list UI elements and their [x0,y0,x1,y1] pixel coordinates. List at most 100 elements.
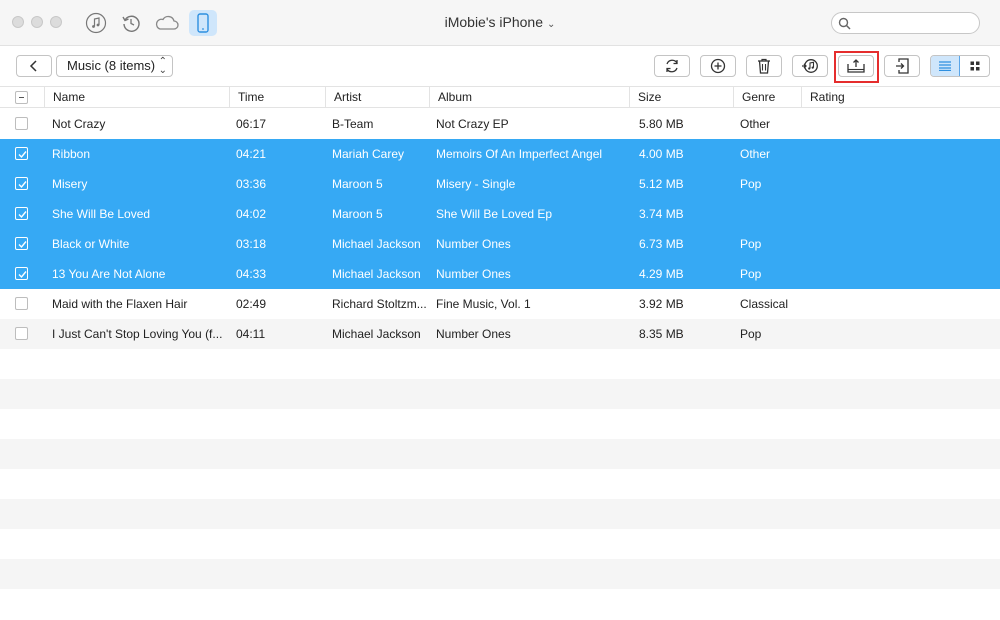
table-row[interactable]: Ribbon 04:21 Mariah Carey Memoirs Of An Imp… [0,139,1000,169]
table-row[interactable]: 13 You Are Not Alone 04:33 Michael Jackson… [0,259,1000,289]
row-checkbox[interactable] [15,327,28,340]
row-checkbox[interactable] [15,237,28,250]
cell-genre: Classical [740,297,789,311]
cell-artist: Maroon 5 [332,177,383,191]
cell-size: 5.80 MB [639,117,684,131]
cell-genre: Pop [740,237,762,251]
cell-artist: B-Team [332,117,374,131]
row-checkbox[interactable] [15,177,28,190]
category-select-label: Music (8 items) [67,58,156,73]
table-row[interactable]: Maid with the Flaxen Hair 02:49 Richard St… [0,289,1000,319]
table-row[interactable]: Black or White 03:18 Michael Jackson Number… [0,229,1000,259]
row-checkbox[interactable] [15,117,28,130]
device-name: iMobie's iPhone [444,14,543,30]
add-button[interactable] [700,55,736,77]
table-row[interactable]: I Just Can't Stop Loving You (f... 04:11 M… [0,319,1000,349]
cell-name: Black or White [52,237,130,251]
column-header-size[interactable]: Size [629,87,733,107]
send-to-device-button[interactable] [884,55,920,77]
cell-artist: Michael Jackson [332,267,421,281]
cell-artist: Mariah Carey [332,147,405,161]
cell-time: 02:49 [236,297,267,311]
empty-row [0,529,1000,559]
empty-row [0,349,1000,379]
cell-time: 03:36 [236,177,267,191]
cell-time: 04:11 [236,327,266,341]
category-select[interactable]: Music (8 items) ⌃ ⌄ [56,55,173,77]
back-button[interactable] [16,55,52,77]
search-icon [838,17,851,30]
cell-size: 6.73 MB [639,237,684,251]
select-all-checkbox[interactable] [15,91,28,104]
empty-row [0,559,1000,589]
cell-time: 04:33 [236,267,267,281]
title-bar: iMobie's iPhone ⌄ [0,0,1000,46]
empty-row [0,589,1000,619]
grid-view-button[interactable] [960,56,989,76]
cell-album: Not Crazy EP [436,117,509,131]
table-row[interactable]: She Will Be Loved 04:02 Maroon 5 She Will B… [0,199,1000,229]
column-header-time[interactable]: Time [229,87,325,107]
checkmark-icon [18,151,27,159]
cell-album: Memoirs Of An Imperfect Angel [436,147,603,161]
add-icon [710,58,726,74]
checkmark-icon [18,211,27,219]
grid-view-icon [970,61,979,71]
table-row[interactable]: Not Crazy 06:17 B-Team Not Crazy EP 5.80 MB O… [0,109,1000,139]
cell-name: I Just Can't Stop Loving You (f... [52,327,223,341]
cell-time: 04:02 [236,207,267,221]
list-view-icon [939,61,951,71]
cell-time: 03:18 [236,237,267,251]
cell-genre: Pop [740,267,762,281]
cell-artist: Michael Jackson [332,327,421,341]
column-header-album[interactable]: Album [429,87,629,107]
cell-genre: Pop [740,177,762,191]
column-header-artist[interactable]: Artist [325,87,429,107]
cell-artist: Maroon 5 [332,207,383,221]
send-to-device-icon [896,58,909,74]
cell-time: 04:21 [236,147,267,161]
column-header-genre[interactable]: Genre [733,87,801,107]
highlight-export-button [834,51,879,83]
row-checkbox[interactable] [15,297,28,310]
cell-album: Number Ones [436,267,511,281]
back-icon [29,60,37,72]
checkmark-icon [18,181,27,189]
cell-genre: Pop [740,327,762,341]
cell-name: Not Crazy [52,117,106,131]
cell-genre: Other [740,147,771,161]
table-row[interactable]: Misery 03:36 Maroon 5 Misery - Single 5.12 M… [0,169,1000,199]
checkmark-icon [18,271,27,279]
updown-chevron-icon: ⌃ ⌄ [158,56,167,76]
itunes-transfer-button[interactable] [792,55,828,77]
cell-album: Fine Music, Vol. 1 [436,297,531,311]
row-checkbox[interactable] [15,267,28,280]
row-checkbox[interactable] [15,207,28,220]
cell-size: 8.35 MB [639,327,684,341]
column-header-rating[interactable]: Rating [801,87,1000,107]
chevron-down-icon: ⌄ [547,19,556,30]
delete-button[interactable] [746,55,782,77]
empty-row [0,469,1000,499]
refresh-icon [666,59,678,73]
empty-row [0,499,1000,529]
cell-album: Misery - Single [436,177,516,191]
refresh-button[interactable] [654,55,690,77]
trash-icon [758,58,770,74]
itunes-transfer-icon [802,59,818,73]
cell-album: Number Ones [436,327,511,341]
cell-time: 06:17 [236,117,267,131]
cell-artist: Richard Stoltzm... [332,297,427,311]
row-checkbox[interactable] [15,147,28,160]
search-input[interactable] [831,12,980,34]
list-view-button[interactable] [931,56,960,76]
view-toggle [930,55,990,77]
table-header: Name Time Artist Album Size Genre Rating [0,86,1000,108]
cell-size: 3.74 MB [639,207,684,221]
cell-size: 4.00 MB [639,147,684,161]
cell-name: Misery [52,177,88,191]
empty-row [0,409,1000,439]
column-header-name[interactable]: Name [44,87,229,107]
cell-album: She Will Be Loved Ep [436,207,553,221]
cell-artist: Michael Jackson [332,237,421,251]
